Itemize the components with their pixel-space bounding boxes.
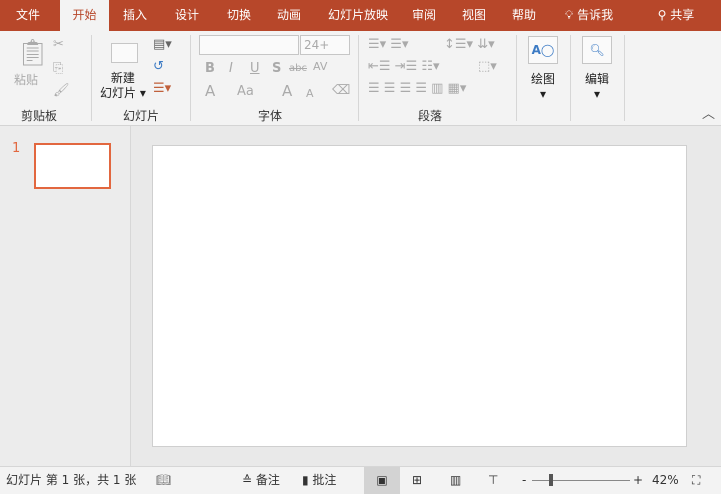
lightbulb-icon: 💡︎: [564, 8, 574, 22]
ribbon-tab-bar: 文件 开始 插入 设计 切换 动画 幻灯片放映 审阅 视图 帮助 💡︎ 告诉我 …: [0, 0, 721, 31]
comments-button[interactable]: ▮ 批注: [302, 467, 336, 494]
format-painter-icon[interactable]: 🖌︎: [53, 83, 70, 99]
italic-button[interactable]: I: [229, 61, 233, 77]
tab-animations[interactable]: 动画: [266, 0, 312, 31]
share-button[interactable]: ⚲ 共享: [648, 0, 704, 31]
clipboard-group-label: 剪贴板: [20, 109, 57, 123]
zoom-out-button[interactable]: -: [522, 467, 526, 494]
paste-icon[interactable]: 📋︎: [16, 39, 49, 67]
decrease-font-button[interactable]: A: [306, 86, 314, 102]
slide-sorter-button[interactable]: ⊞: [412, 467, 422, 494]
increase-font-button[interactable]: A: [282, 83, 292, 99]
paragraph-group-label: 段落: [417, 109, 442, 123]
tab-transitions[interactable]: 切换: [216, 0, 262, 31]
paste-label: 粘贴: [14, 73, 39, 87]
editing-button[interactable]: 编辑 ▾: [582, 70, 612, 101]
reset-icon[interactable]: ↺: [153, 59, 164, 75]
divider: [91, 35, 92, 121]
font-name-select[interactable]: [199, 35, 299, 55]
layout-icon[interactable]: ▤▾: [153, 37, 172, 53]
zoom-slider[interactable]: [532, 480, 630, 481]
section-icon[interactable]: ☰▾: [153, 81, 171, 97]
status-bar: 幻灯片 第 1 张，共 1 张 📖︎ ≙ 备注 ▮ 批注 ▣ ⊞ ▥ ⊤ - +…: [0, 466, 721, 494]
align-text-icon[interactable]: ⬚▾: [478, 59, 497, 75]
bold-button[interactable]: B: [205, 61, 215, 77]
divider: [358, 35, 359, 121]
divider: [516, 35, 517, 121]
shadow-button[interactable]: S: [272, 61, 281, 77]
divider: [624, 35, 625, 121]
slide-thumbnail[interactable]: [34, 143, 111, 189]
slide-canvas[interactable]: [152, 145, 687, 447]
thumbnail-number: 1: [12, 141, 21, 156]
slide-info: 幻灯片 第 1 张，共 1 张: [6, 473, 137, 487]
fit-to-window-icon[interactable]: ⛶: [692, 467, 700, 494]
tell-me-button[interactable]: 💡︎ 告诉我: [554, 0, 624, 31]
tab-file[interactable]: 文件: [4, 0, 52, 31]
slides-group-label: 幻灯片: [122, 109, 159, 123]
reading-view-button[interactable]: ▥: [450, 467, 461, 494]
zoom-in-button[interactable]: +: [633, 467, 643, 494]
tab-design[interactable]: 设计: [164, 0, 210, 31]
find-icon[interactable]: 🔍︎: [582, 36, 612, 64]
zoom-level[interactable]: 42%: [652, 467, 679, 494]
slideshow-button[interactable]: ⊤: [488, 467, 498, 494]
tab-insert[interactable]: 插入: [112, 0, 158, 31]
ribbon: 📋︎ 粘贴 ✂ ⎘ 🖌︎ 剪贴板 新建 幻灯片 ▾ ▤▾ ↺ ☰▾ 幻灯片 24+…: [0, 31, 721, 126]
align-icons[interactable]: ☰ ☰ ☰ ☰ ▥ ▦▾: [368, 81, 466, 97]
new-slide-icon[interactable]: [111, 43, 138, 63]
font-group-label: 字体: [257, 109, 282, 123]
copy-icon[interactable]: ⎘: [53, 61, 63, 77]
person-add-icon: ⚲: [657, 8, 667, 22]
line-spacing-icon[interactable]: ↕☰▾ ⇊▾: [444, 37, 495, 53]
char-spacing-button[interactable]: AV: [313, 59, 327, 75]
zoom-slider-thumb[interactable]: [549, 474, 553, 486]
tab-help[interactable]: 帮助: [502, 0, 546, 31]
font-size-select[interactable]: 24+: [300, 35, 350, 55]
notes-button[interactable]: ≙ 备注: [242, 467, 280, 494]
divider: [190, 35, 191, 121]
drawing-button[interactable]: 绘图 ▾: [528, 70, 558, 101]
divider: [570, 35, 571, 121]
clear-format-icon[interactable]: ⌫: [332, 83, 350, 99]
new-slide-button[interactable]: 新建 幻灯片 ▾: [100, 71, 146, 101]
underline-button[interactable]: U: [250, 61, 260, 77]
tab-review[interactable]: 审阅: [402, 0, 446, 31]
shapes-icon[interactable]: A◯: [528, 36, 558, 64]
strikethrough-button[interactable]: abc: [289, 61, 307, 77]
tab-slideshow[interactable]: 幻灯片放映: [318, 0, 398, 31]
tab-view[interactable]: 视图: [452, 0, 496, 31]
normal-view-button[interactable]: ▣: [364, 467, 400, 494]
collapse-ribbon-icon[interactable]: ︿: [702, 107, 715, 123]
bullets-icon[interactable]: ☰▾ ☰▾: [368, 37, 409, 53]
change-case-button[interactable]: Aa: [237, 84, 254, 100]
cut-icon[interactable]: ✂: [53, 37, 64, 53]
tab-home[interactable]: 开始: [60, 0, 109, 31]
font-color-button[interactable]: A: [205, 83, 215, 99]
accessibility-icon[interactable]: 📖︎: [156, 467, 171, 494]
indent-icon[interactable]: ⇤☰ ⇥☰ ☷▾: [368, 59, 440, 75]
